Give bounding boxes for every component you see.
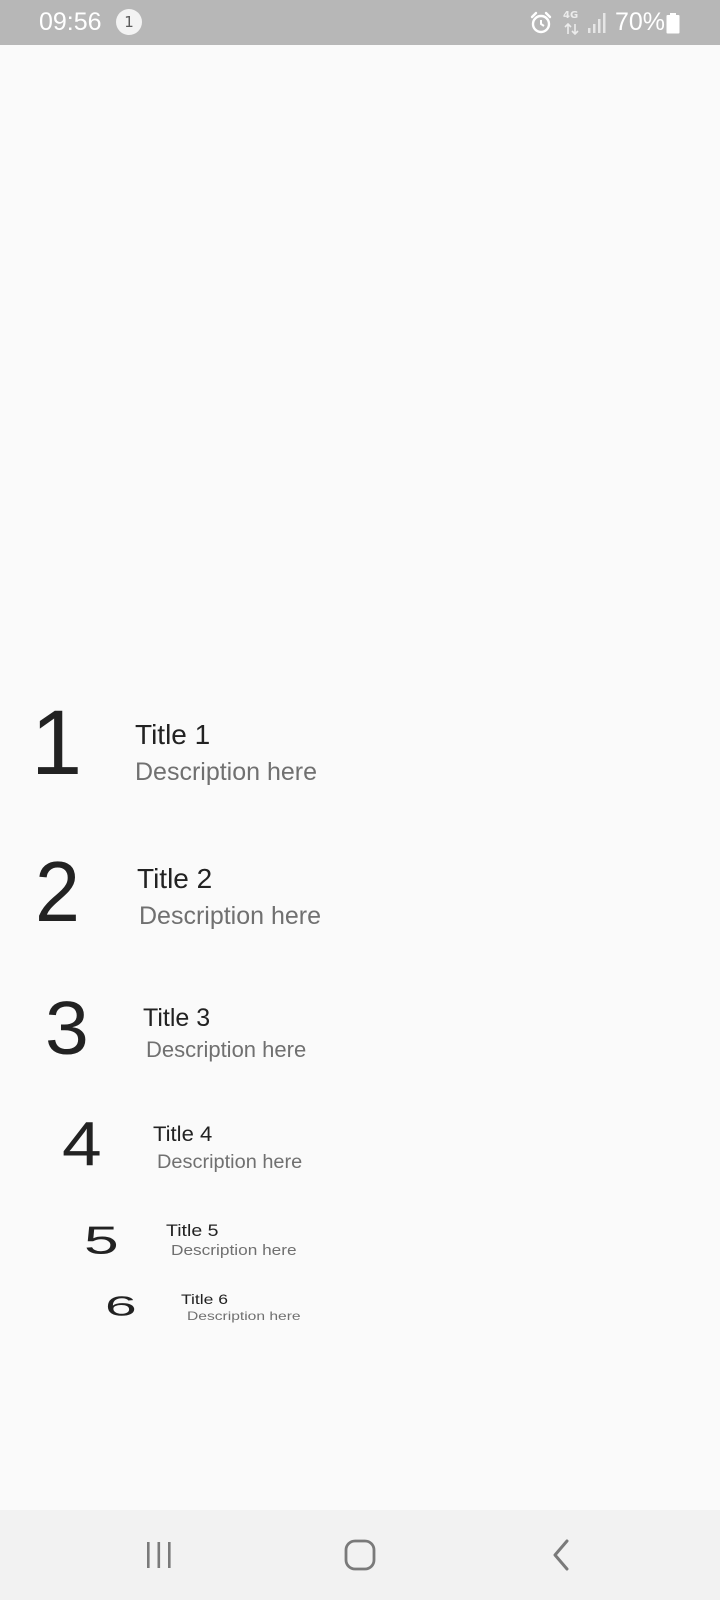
- item-number: 2: [35, 845, 80, 940]
- item-title: Title 5: [166, 1221, 219, 1240]
- recent-apps-icon: [147, 1542, 171, 1568]
- battery-icon: [666, 13, 680, 34]
- item-title: Title 1: [135, 719, 211, 750]
- home-icon: [344, 1539, 376, 1571]
- item-description: Description here: [157, 1152, 303, 1173]
- item-title: Title 2: [137, 863, 213, 894]
- recent-apps-button[interactable]: [99, 1510, 219, 1600]
- signal-icon: [587, 12, 607, 34]
- status-bar: 09:56 1 4G 70%: [0, 0, 720, 45]
- home-button[interactable]: [300, 1510, 420, 1600]
- network-4g-icon: 4G: [563, 11, 581, 35]
- alarm-icon: [529, 11, 553, 35]
- item-description: Description here: [135, 758, 318, 786]
- item-title: Title 3: [143, 1004, 211, 1032]
- navigation-bar: [0, 1510, 720, 1600]
- item-title: Title 6: [181, 1291, 229, 1307]
- notification-count-badge: 1: [116, 9, 142, 35]
- status-time: 09:56: [39, 8, 102, 36]
- back-button[interactable]: [502, 1510, 622, 1600]
- item-number: 5: [84, 1218, 119, 1263]
- network-type-label: 4G: [563, 10, 579, 21]
- item-description: Description here: [171, 1242, 297, 1259]
- item-number: 1: [31, 692, 83, 794]
- battery-percent: 70%: [615, 8, 666, 36]
- item-description: Description here: [187, 1309, 301, 1323]
- item-number: 4: [62, 1110, 102, 1179]
- item-description: Description here: [146, 1037, 307, 1062]
- back-icon: [553, 1539, 569, 1571]
- item-title: Title 4: [153, 1123, 213, 1146]
- item-number: 6: [105, 1291, 137, 1323]
- item-description: Description here: [139, 902, 322, 930]
- item-number: 3: [45, 986, 89, 1070]
